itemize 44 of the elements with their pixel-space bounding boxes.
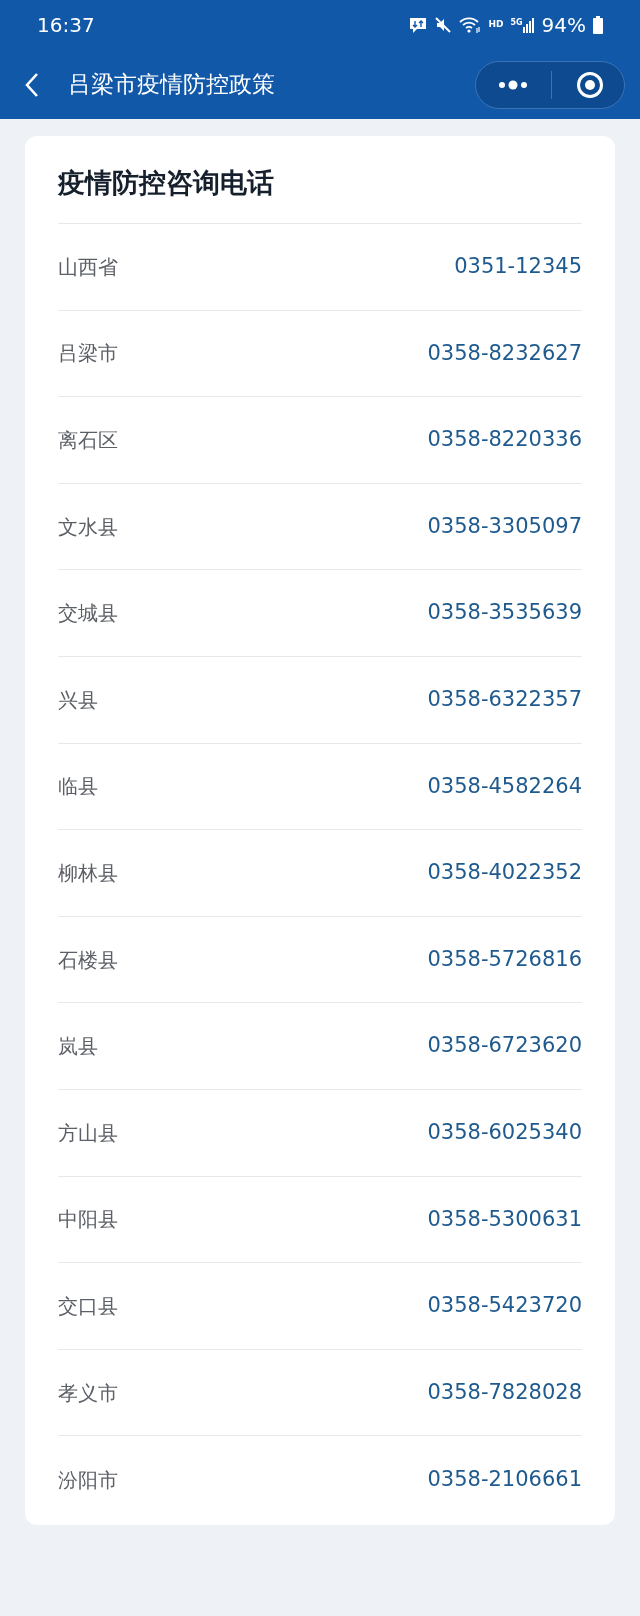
phone-link[interactable]: 0358-6025340: [427, 1117, 582, 1149]
phone-link[interactable]: 0358-5423720: [427, 1290, 582, 1322]
data-transfer-icon: [409, 16, 428, 34]
cellular-label: 5G: [510, 17, 523, 29]
page-title: 吕梁市疫情防控政策: [68, 70, 275, 100]
phone-link[interactable]: 0358-8220336: [427, 424, 582, 456]
battery-percentage: 94%: [541, 12, 586, 39]
region-name: 交口县: [58, 1292, 118, 1320]
phone-link[interactable]: 0358-7828028: [427, 1376, 582, 1409]
phone-link[interactable]: 0358-3535639: [427, 597, 582, 629]
region-name: 汾阳市: [58, 1466, 118, 1494]
phone-link[interactable]: 0358-2106661: [427, 1463, 582, 1496]
region-name: 石楼县: [58, 946, 118, 974]
region-name: 临县: [58, 773, 98, 801]
region-name: 交城县: [58, 600, 118, 628]
network-label: HD: [488, 18, 504, 32]
phone-link[interactable]: 0358-4582264: [427, 770, 582, 803]
signal-icon: [522, 17, 535, 33]
region-name: 离石区: [58, 427, 118, 454]
region-name: 文水县: [58, 513, 118, 541]
card-title: 疫情防控咨询电话: [58, 136, 582, 224]
mute-icon: [434, 16, 453, 34]
region-name: 岚县: [58, 1033, 98, 1061]
phone-link[interactable]: 0351-12345: [454, 251, 582, 283]
wifi-icon: [459, 16, 482, 34]
phone-link[interactable]: 0358-5300631: [427, 1203, 582, 1236]
phone-link[interactable]: 0358-6322357: [427, 684, 582, 716]
region-name: 山西省: [58, 253, 118, 281]
region-name: 兴县: [58, 686, 98, 714]
close-target-icon[interactable]: [576, 70, 604, 99]
status-time: 16:37: [37, 12, 95, 39]
more-icon[interactable]: [498, 79, 528, 90]
phone-link[interactable]: 0358-6723620: [427, 1030, 582, 1062]
battery-icon: [593, 16, 603, 34]
region-name: 方山县: [58, 1119, 118, 1147]
back-icon[interactable]: [24, 71, 40, 98]
phone-link[interactable]: 0358-3305097: [427, 510, 582, 543]
region-name: 孝义市: [58, 1379, 118, 1407]
phone-link[interactable]: 0358-8232627: [427, 337, 582, 370]
phone-link[interactable]: 0358-4022352: [427, 857, 582, 889]
phone-link[interactable]: 0358-5726816: [427, 943, 582, 976]
region-name: 柳林县: [58, 859, 118, 887]
region-name: 中阳县: [58, 1206, 118, 1234]
region-name: 吕梁市: [58, 340, 118, 368]
